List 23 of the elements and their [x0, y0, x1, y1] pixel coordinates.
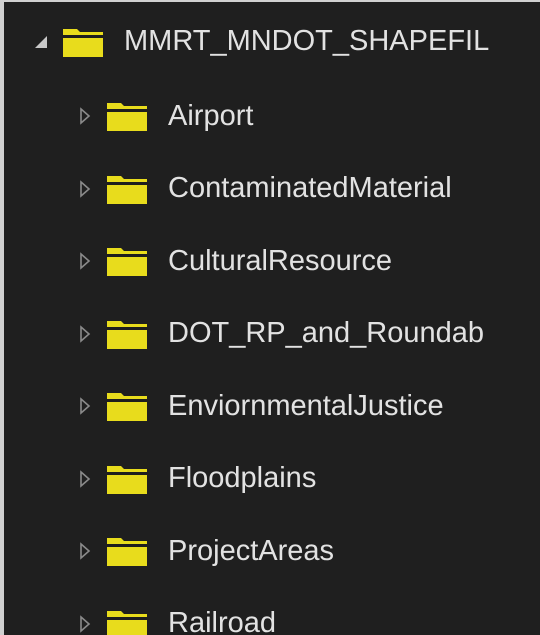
folder-icon: [106, 390, 148, 422]
folder-label[interactable]: Railroad: [168, 602, 276, 635]
folder-icon: [106, 245, 148, 278]
folder-label[interactable]: MMRT_MNDOT_SHAPEFIL: [124, 20, 490, 64]
folder-label[interactable]: Airport: [168, 94, 254, 138]
folder-label[interactable]: CulturalResource: [168, 240, 392, 283]
collapsed-arrow-icon[interactable]: [79, 180, 91, 198]
collapsed-arrow-icon[interactable]: [79, 107, 91, 126]
collapsed-arrow-icon[interactable]: [79, 542, 91, 560]
folder-icon: [106, 535, 148, 568]
folder-label[interactable]: ProjectAreas: [168, 530, 334, 573]
collapsed-arrow-icon[interactable]: [79, 252, 91, 270]
expanded-arrow-icon[interactable]: [33, 34, 49, 50]
collapsed-arrow-icon[interactable]: [79, 397, 91, 416]
folder-label[interactable]: EnviornmentalJustice: [168, 384, 444, 428]
collapsed-arrow-icon[interactable]: [79, 324, 91, 343]
folder-icon: [62, 26, 104, 58]
collapsed-arrow-icon[interactable]: [79, 614, 91, 633]
folder-label[interactable]: DOT_RP_and_Roundab: [168, 312, 484, 356]
folder-icon: [106, 100, 148, 132]
folder-label[interactable]: Floodplains: [168, 457, 316, 500]
folder-label[interactable]: ContaminatedMaterial: [168, 167, 452, 210]
collapsed-arrow-icon[interactable]: [79, 470, 91, 488]
